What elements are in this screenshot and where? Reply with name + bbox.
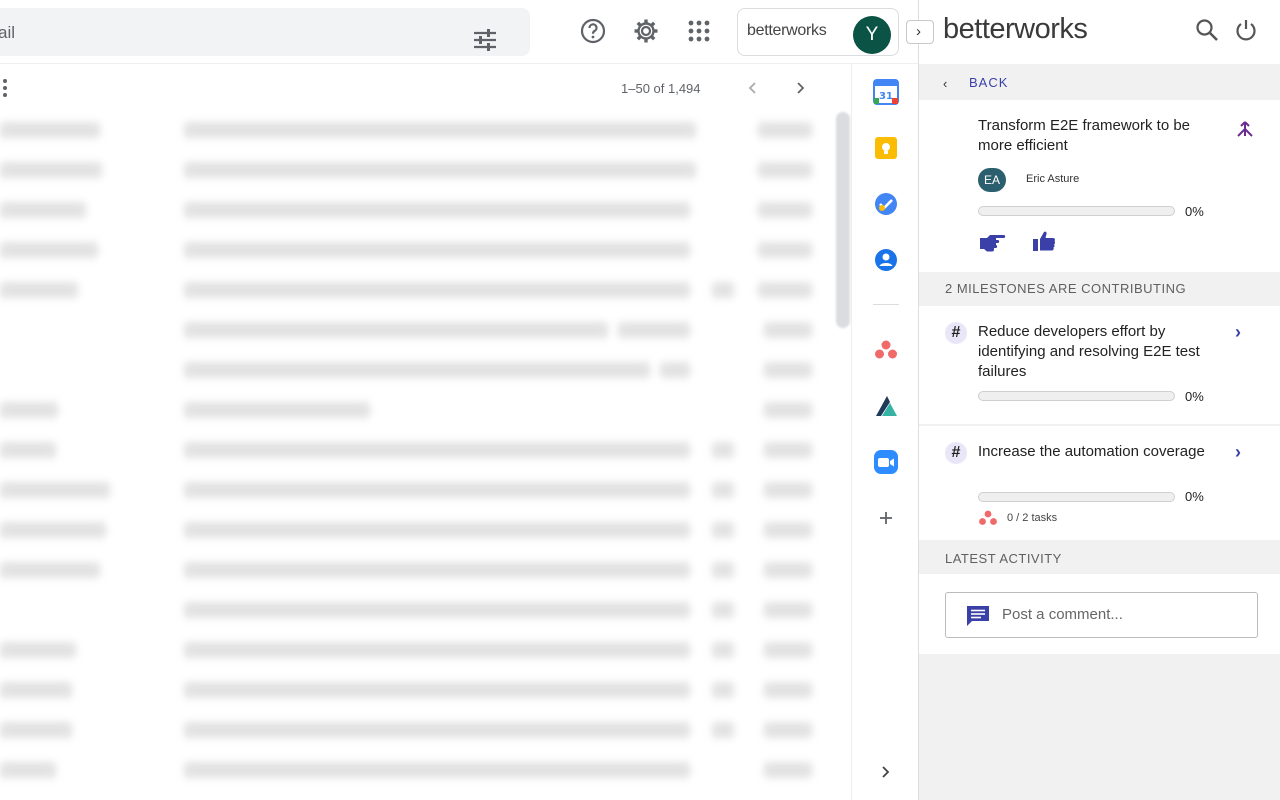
milestone-progress-percent: 0%: [1185, 489, 1204, 504]
milestone-progress-bar: [978, 391, 1175, 401]
zoom-icon[interactable]: [873, 449, 899, 475]
betterworks-header: betterworks: [919, 0, 1280, 64]
asana-tasks-icon: [979, 510, 997, 525]
milestone-hash-icon: #: [945, 322, 967, 344]
goal-alignment-icon[interactable]: [1235, 118, 1255, 138]
expand-side-panel-icon[interactable]: [873, 759, 899, 785]
email-row[interactable]: [0, 552, 830, 592]
email-row[interactable]: [0, 472, 830, 512]
pagination-range: 1–50 of 1,494: [621, 81, 701, 96]
nudge-pointing-hand-icon[interactable]: [978, 230, 1006, 252]
chevron-right-icon: ›: [916, 23, 921, 40]
email-row[interactable]: [0, 672, 830, 712]
account-avatar[interactable]: Y: [853, 16, 891, 54]
chevron-left-icon: ‹: [943, 76, 948, 91]
apps-grid-icon[interactable]: [686, 18, 712, 44]
tasks-icon[interactable]: [873, 191, 899, 217]
comment-input[interactable]: Post a comment...: [945, 592, 1258, 638]
email-row[interactable]: [0, 352, 830, 392]
asana-icon[interactable]: [873, 337, 899, 363]
comment-section: Post a comment...: [919, 574, 1280, 654]
contacts-icon[interactable]: [873, 247, 899, 273]
goal-progress-percent: 0%: [1185, 204, 1204, 219]
add-addon-icon[interactable]: [873, 505, 899, 531]
betterworks-logo: betterworks: [943, 13, 1088, 45]
back-button[interactable]: ‹ BACK: [919, 64, 1280, 100]
email-row[interactable]: [0, 712, 830, 752]
latest-activity-header: LATEST ACTIVITY: [945, 551, 1062, 566]
email-row[interactable]: [0, 592, 830, 632]
milestone-progress-bar: [978, 492, 1175, 502]
milestone-hash-icon: #: [945, 442, 967, 464]
goal-progress-bar: [978, 206, 1175, 216]
calendar-icon[interactable]: 31: [873, 79, 899, 105]
email-row[interactable]: [0, 232, 830, 272]
email-row[interactable]: [0, 512, 830, 552]
help-icon[interactable]: [580, 18, 606, 44]
previous-page-icon[interactable]: [745, 80, 761, 96]
email-row[interactable]: [0, 112, 830, 152]
side-addons-panel: [851, 64, 918, 800]
email-row[interactable]: [0, 432, 830, 472]
next-page-icon[interactable]: [792, 80, 808, 96]
email-row[interactable]: [0, 272, 830, 312]
thumbs-up-icon[interactable]: [1031, 230, 1059, 252]
chevron-right-icon[interactable]: ›: [1235, 322, 1241, 343]
settings-gear-icon[interactable]: [633, 18, 659, 44]
comment-placeholder: Post a comment...: [1002, 606, 1123, 623]
milestone-progress-percent: 0%: [1185, 389, 1204, 404]
milestones-header: 2 MILESTONES ARE CONTRIBUTING: [945, 281, 1187, 296]
email-row[interactable]: [0, 752, 830, 792]
tasks-count[interactable]: 0 / 2 tasks: [1007, 512, 1057, 524]
betterworks-chip-logo: betterworks: [747, 22, 827, 39]
owner-avatar: EA: [978, 168, 1006, 192]
goal-title[interactable]: Transform E2E framework to be more effic…: [978, 116, 1228, 156]
search-options-icon[interactable]: [472, 28, 498, 52]
comment-bubble-icon: [967, 606, 989, 626]
email-row[interactable]: [0, 192, 830, 232]
panel-collapse-button[interactable]: ›: [906, 20, 934, 44]
more-options-icon[interactable]: [2, 78, 8, 98]
milestone-title[interactable]: Increase the automation coverage: [978, 442, 1228, 462]
back-label: BACK: [969, 75, 1009, 90]
mail-toolbar: [0, 64, 850, 112]
chevron-right-icon[interactable]: ›: [1235, 442, 1241, 463]
addons-divider: [873, 304, 899, 305]
owner-name: Eric Asture: [1026, 173, 1080, 185]
power-logout-icon[interactable]: [1235, 18, 1257, 42]
email-list: [0, 112, 850, 800]
keep-notes-icon[interactable]: [873, 135, 899, 161]
email-row[interactable]: [0, 392, 830, 432]
kleio-addon-icon[interactable]: [873, 393, 899, 419]
mail-list-scrollbar[interactable]: [836, 112, 850, 328]
search-icon[interactable]: [1195, 18, 1219, 42]
svg-text:31: 31: [879, 91, 893, 102]
milestone-title[interactable]: Reduce developers effort by identifying …: [978, 322, 1228, 382]
email-row[interactable]: [0, 632, 830, 672]
gmail-search-bar[interactable]: ail: [0, 8, 530, 56]
betterworks-panel: betterworks ‹ BACK Transform E2E framewo…: [918, 0, 1280, 800]
email-row[interactable]: [0, 312, 830, 352]
search-placeholder: ail: [0, 23, 16, 42]
email-row[interactable]: [0, 152, 830, 192]
gmail-header: ail betterworks Y: [0, 0, 918, 64]
